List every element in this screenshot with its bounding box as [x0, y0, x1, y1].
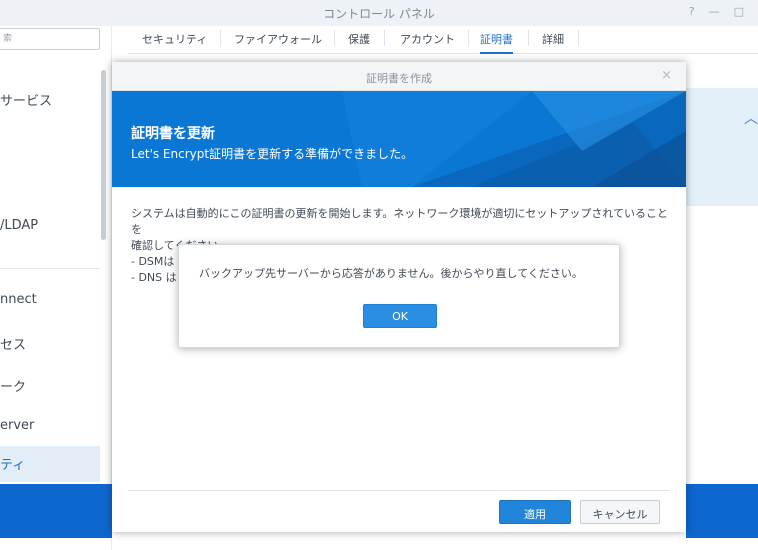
footer-divider — [128, 490, 670, 491]
tab-account[interactable]: アカウント — [400, 26, 455, 54]
sidebar-item-security[interactable]: ティ — [0, 446, 100, 482]
minimize-icon[interactable]: — — [709, 5, 720, 18]
background-panel — [686, 88, 758, 206]
tab-advanced[interactable]: 詳細 — [542, 26, 564, 54]
tab-divider — [578, 30, 579, 46]
tab-security[interactable]: セキュリティ — [142, 26, 207, 54]
sidebar-item-network[interactable]: ーク — [0, 368, 100, 404]
tab-divider — [528, 30, 529, 46]
tab-divider — [334, 30, 335, 46]
sidebar: 索 サービス /LDAP nnect セス ーク erver ティ — [0, 26, 112, 550]
ok-button[interactable]: OK — [363, 304, 437, 328]
sidebar-item-ldap[interactable]: /LDAP — [0, 210, 100, 246]
banner-title: 証明書を更新 — [131, 126, 215, 142]
tab-bar: セキュリティ ファイアウォール 保護 アカウント 証明書 詳細 — [128, 26, 758, 54]
body-line: システムは自動的にこの証明書の更新を開始します。ネットワーク環境が適切にセットア… — [131, 207, 669, 236]
tab-divider — [468, 30, 469, 46]
window-title: コントロール パネル — [323, 7, 435, 21]
chevron-up-icon[interactable]: ︿ — [744, 108, 758, 128]
cancel-button[interactable]: キャンセル — [580, 500, 660, 524]
maximize-icon[interactable]: □ — [734, 5, 744, 18]
sidebar-item-server[interactable]: erver — [0, 410, 100, 446]
sidebar-item-services[interactable]: サービス — [0, 82, 100, 118]
tab-divider — [384, 30, 385, 46]
control-panel-titlebar: コントロール パネル ? — □ — [0, 0, 758, 26]
help-icon[interactable]: ? — [689, 5, 695, 18]
sidebar-item-access[interactable]: セス — [0, 326, 100, 362]
sidebar-search-input[interactable]: 索 — [0, 28, 100, 50]
error-message-box: バックアップ先サーバーから応答がありません。後からやり直してください。 OK — [178, 244, 620, 348]
dialog-title: 証明書を作成 — [366, 72, 432, 85]
background-bottom-bar — [686, 484, 758, 538]
background-bottom-bar — [0, 484, 112, 538]
close-icon[interactable]: × — [661, 68, 672, 83]
tab-firewall[interactable]: ファイアウォール — [234, 26, 322, 54]
window-controls: ? — □ — [689, 5, 744, 18]
error-message-text: バックアップ先サーバーから応答がありません。後からやり直してください。 — [199, 267, 583, 280]
sidebar-divider — [0, 268, 100, 269]
tab-certificate[interactable]: 証明書 — [480, 26, 513, 54]
tab-divider — [220, 30, 221, 46]
banner-subtitle: Let's Encrypt証明書を更新する準備ができました。 — [131, 147, 414, 161]
sidebar-item-connect[interactable]: nnect — [0, 284, 100, 320]
dialog-titlebar: 証明書を作成 × — [112, 62, 686, 91]
apply-button[interactable]: 適用 — [499, 500, 571, 524]
tab-protection[interactable]: 保護 — [348, 26, 370, 54]
dialog-banner: 証明書を更新 Let's Encrypt証明書を更新する準備ができました。 — [112, 91, 686, 187]
sidebar-scrollbar[interactable] — [101, 70, 106, 240]
